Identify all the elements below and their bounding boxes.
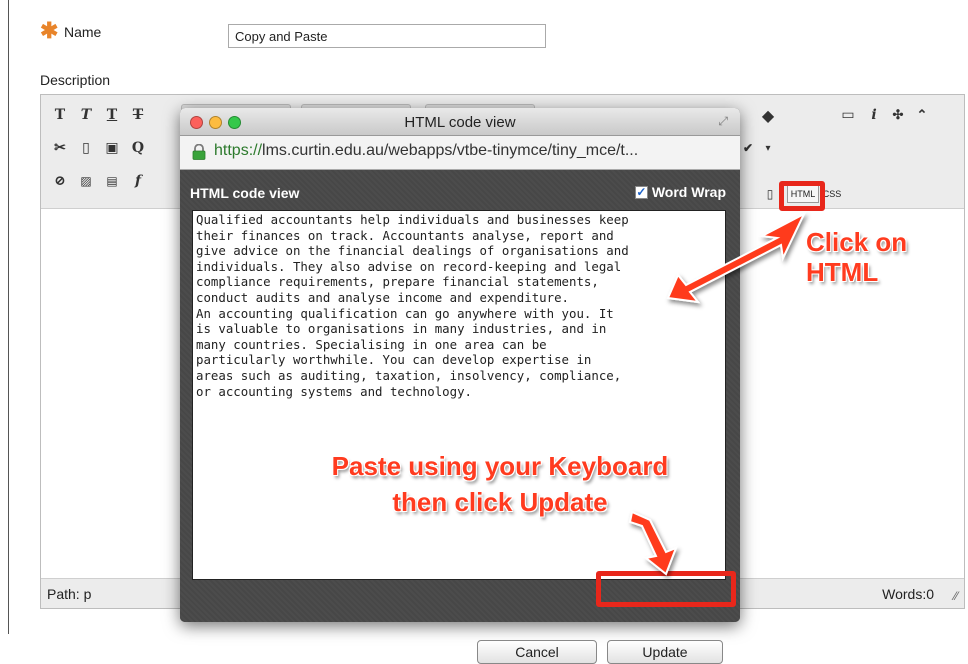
code-view-pane: HTML code view ✓ Word Wrap Qualified acc… — [180, 170, 740, 664]
click-html-line1: Click on — [806, 227, 908, 257]
preview-icon[interactable]: ▭ — [837, 104, 859, 126]
lock-icon — [192, 144, 206, 160]
collapse-icon[interactable]: ⌃ — [911, 104, 933, 126]
paste-line1: Paste using your Keyboard — [331, 451, 669, 481]
resize-grip-icon[interactable]: ⁄⁄ — [954, 589, 958, 603]
word-wrap-label: Word Wrap — [651, 184, 726, 200]
paste-icon[interactable]: ▣ — [101, 137, 123, 159]
media-icon[interactable]: ▤ — [101, 170, 123, 192]
find-icon[interactable]: Q — [127, 137, 149, 159]
copy-icon[interactable]: ▯ — [75, 137, 97, 159]
html-code-view-window: HTML code view ⤢ https://lms.curtin.edu.… — [180, 108, 740, 664]
word-wrap-checkbox[interactable]: ✓ — [634, 185, 648, 199]
cut-icon[interactable]: ✂ — [49, 137, 71, 159]
eraser-icon[interactable]: ◆ — [757, 104, 779, 126]
word-count: Words:0 — [882, 586, 934, 602]
update-button-highlight — [596, 571, 736, 607]
url-bar: https://lms.curtin.edu.au/webapps/vtbe-t… — [180, 136, 740, 170]
underline-t-icon[interactable]: T — [101, 104, 123, 126]
word-wrap-toggle[interactable]: ✓ Word Wrap — [634, 184, 726, 200]
fullscreen-icon[interactable]: ✣ — [887, 104, 909, 126]
update-button[interactable]: Update — [607, 640, 723, 664]
image-icon[interactable]: ▨ — [75, 170, 97, 192]
html-code-textarea[interactable]: Qualified accountants help individuals a… — [192, 210, 726, 580]
spellcheck-icon[interactable]: ✔ — [737, 137, 759, 159]
pane-title: HTML code view — [190, 185, 300, 201]
element-path: Path: p — [47, 586, 92, 602]
name-label: Name — [64, 24, 102, 40]
click-html-callout: Click on HTML — [806, 227, 908, 288]
strikethrough-t-icon[interactable]: T — [127, 104, 149, 126]
math-formula-icon[interactable]: f — [127, 170, 149, 192]
italic-t-icon[interactable]: T — [75, 104, 97, 126]
table-icon[interactable]: ▯ — [759, 183, 781, 205]
cancel-button[interactable]: Cancel — [477, 640, 597, 664]
expand-icon[interactable]: ⤢ — [718, 114, 728, 129]
html-button-highlight — [779, 181, 825, 211]
info-icon[interactable]: i — [863, 104, 885, 126]
paste-line2: then click Update — [392, 486, 608, 517]
description-label: Description — [40, 72, 111, 88]
spellcheck-dropdown-icon[interactable]: ▾ — [757, 137, 779, 159]
paste-callout: Paste using your Keyboard then click Upd… — [280, 451, 720, 518]
click-html-line2: HTML — [806, 256, 879, 287]
url-text: https://lms.curtin.edu.au/webapps/vtbe-t… — [214, 142, 730, 160]
bold-t-icon[interactable]: T — [49, 104, 71, 126]
window-titlebar: HTML code view ⤢ — [180, 108, 740, 136]
attach-icon[interactable]: ⊘ — [49, 170, 71, 192]
window-title: HTML code view — [404, 114, 516, 131]
url-secure-part: https:// — [214, 142, 263, 159]
required-icon: ✱ — [40, 18, 59, 43]
url-rest: lms.curtin.edu.au/webapps/vtbe-tinymce/t… — [262, 142, 639, 159]
name-field[interactable] — [228, 24, 546, 48]
